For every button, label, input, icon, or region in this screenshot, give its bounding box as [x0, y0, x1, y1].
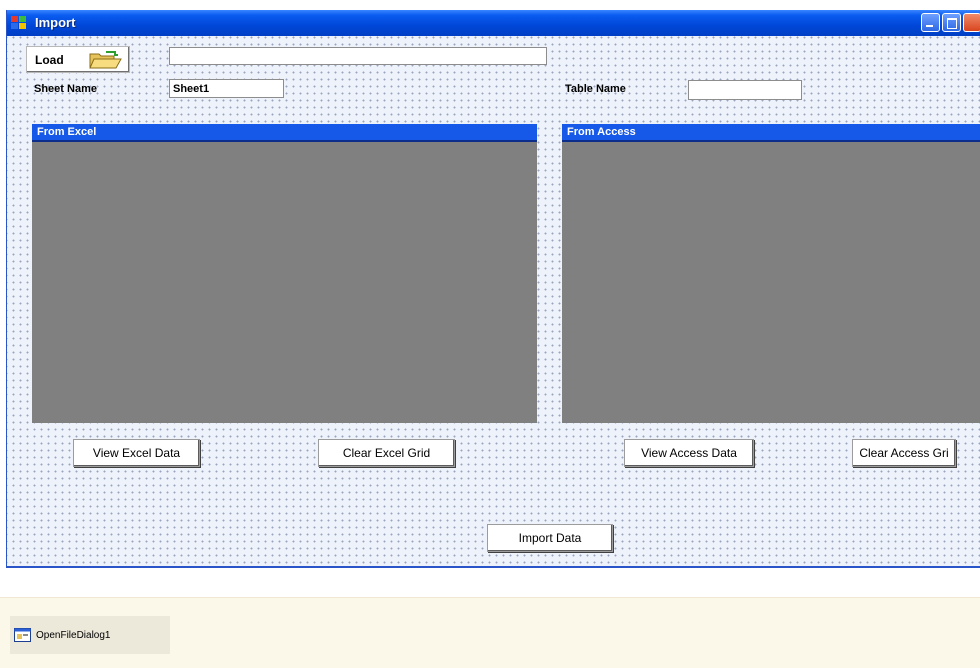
- clear-excel-grid-button[interactable]: Clear Excel Grid: [318, 439, 455, 467]
- maximize-button[interactable]: [942, 13, 961, 32]
- excel-data-grid[interactable]: From Excel: [32, 124, 537, 423]
- dialog-icon: [14, 628, 31, 642]
- window-title: Import: [35, 15, 76, 30]
- open-file-dialog-component[interactable]: OpenFileDialog1: [10, 616, 170, 654]
- minimize-button[interactable]: [921, 13, 940, 32]
- form-icon: [11, 16, 26, 29]
- import-data-button[interactable]: Import Data: [487, 524, 613, 552]
- title-bar[interactable]: Import: [7, 10, 980, 36]
- load-button-label: Load: [35, 53, 64, 67]
- excel-grid-caption: From Excel: [32, 124, 537, 142]
- folder-open-icon: [89, 51, 122, 69]
- table-name-label: Table Name: [565, 83, 626, 95]
- view-excel-data-button[interactable]: View Excel Data: [73, 439, 200, 467]
- view-access-data-button[interactable]: View Access Data: [624, 439, 754, 467]
- clear-access-grid-button[interactable]: Clear Access Gri: [852, 439, 956, 467]
- access-data-grid[interactable]: From Access: [562, 124, 980, 423]
- sheet-name-input[interactable]: Sheet1: [169, 79, 284, 98]
- close-button[interactable]: [963, 13, 980, 32]
- file-path-input[interactable]: [169, 47, 547, 65]
- load-button[interactable]: Load: [26, 46, 130, 73]
- access-grid-caption: From Access: [562, 124, 980, 142]
- sheet-name-label: Sheet Name: [34, 83, 97, 95]
- table-name-input[interactable]: [688, 80, 802, 100]
- open-file-dialog-label: OpenFileDialog1: [36, 630, 111, 641]
- component-tray: OpenFileDialog1: [0, 597, 980, 668]
